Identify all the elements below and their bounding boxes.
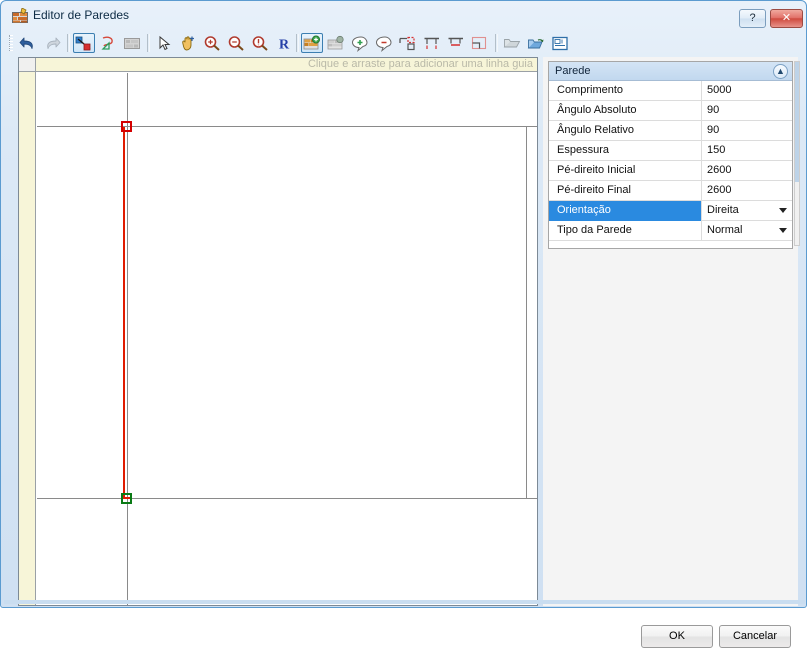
svg-text:R: R [279,38,290,53]
property-value-input[interactable]: 150 [701,141,792,161]
window-title: Editor de Paredes [33,8,130,22]
open-file-tool[interactable] [501,33,523,53]
brick-wall-icon [12,7,28,23]
ruler-corner[interactable] [19,58,36,72]
property-grid: Parede ▲ Comprimento 5000 Ângulo Absoluto 9… [548,61,793,249]
ok-button[interactable]: OK [641,625,713,648]
undo-tool[interactable] [17,33,39,53]
plot-area[interactable] [37,73,537,605]
toolbar-separator [296,34,299,52]
property-name[interactable]: Tipo da Parede [549,221,701,241]
property-name[interactable]: Espessura [549,141,701,161]
window-bottom-strip [4,600,805,604]
drawing-canvas[interactable]: Clique e arraste para adicionar uma linh… [18,57,538,606]
align-top-tool[interactable] [421,33,443,53]
ruler-hint-text: Clique e arraste para adicionar uma linh… [307,58,533,70]
dialog-body: Clique e arraste para adicionar uma linh… [4,57,805,648]
property-name[interactable]: Pé-direito Final [549,181,701,201]
property-group-title: Parede [555,65,591,77]
toolbar: R [4,29,805,57]
wall-edit-tool[interactable] [301,33,323,53]
toolbar-grip[interactable] [9,35,13,51]
property-row[interactable]: Comprimento 5000 [549,81,792,101]
property-value-dropdown[interactable]: Normal [701,221,792,241]
property-row[interactable]: Ângulo Relativo 90 [549,121,792,141]
draw-area-tool[interactable] [97,33,119,53]
panel-scrollbar-thumb[interactable] [795,62,799,182]
property-value-input[interactable]: 2600 [701,161,792,181]
property-row[interactable]: Tipo da Parede Normal [549,221,792,241]
property-name[interactable]: Ângulo Absoluto [549,101,701,121]
panel-scrollbar[interactable] [794,61,800,246]
zoom-fit-tool[interactable] [249,33,271,53]
title-bar[interactable]: Editor de Paredes ? ✕ [4,1,805,29]
property-group-header[interactable]: Parede ▲ [549,62,792,81]
background-image-tool[interactable] [121,33,143,53]
draw-wall-tool[interactable] [73,33,95,53]
align-corner-tool[interactable] [397,33,419,53]
properties-panel: Parede ▲ Comprimento 5000 Ângulo Absoluto 9… [543,57,800,606]
chevron-up-icon[interactable]: ▲ [773,64,788,79]
zoom-in-tool[interactable] [201,33,223,53]
align-bottom-tool[interactable] [445,33,467,53]
pan-tool[interactable] [177,33,199,53]
add-node-tool[interactable] [349,33,371,53]
wall-end-handle[interactable] [121,493,132,504]
remove-node-tool[interactable] [373,33,395,53]
blueprint-tool[interactable] [549,33,571,53]
property-name[interactable]: Orientação [549,201,701,221]
property-name[interactable]: Comprimento [549,81,701,101]
help-button[interactable]: ? [739,9,766,28]
room-outline[interactable] [127,126,527,499]
toolbar-separator [495,34,498,52]
select-tool[interactable] [153,33,175,53]
import-tool[interactable] [525,33,547,53]
horizontal-ruler[interactable]: Clique e arraste para adicionar uma linh… [36,58,537,72]
property-row[interactable]: Pé-direito Final 2600 [549,181,792,201]
chevron-down-icon[interactable] [779,208,787,213]
toolbar-separator [67,34,70,52]
selected-wall-segment[interactable] [123,127,125,499]
property-name[interactable]: Ângulo Relativo [549,121,701,141]
cancel-button[interactable]: Cancelar [719,625,791,648]
property-row[interactable]: Espessura 150 [549,141,792,161]
property-value-dropdown[interactable]: Direita [701,201,792,221]
property-value-input[interactable]: 5000 [701,81,792,101]
close-button[interactable]: ✕ [770,9,803,28]
vertical-ruler[interactable] [19,72,36,605]
property-value-input[interactable]: 90 [701,121,792,141]
wall-editor-window: Editor de Paredes ? ✕ R Clique e arraste… [0,0,807,648]
chevron-down-icon[interactable] [779,228,787,233]
offset-tool[interactable] [469,33,491,53]
redo-tool[interactable] [41,33,63,53]
property-value-input[interactable]: 90 [701,101,792,121]
property-value-input[interactable]: 2600 [701,181,792,201]
reset-view-tool[interactable]: R [273,33,295,53]
property-row[interactable]: Pé-direito Inicial 2600 [549,161,792,181]
toolbar-separator [147,34,150,52]
wall-start-handle[interactable] [121,121,132,132]
zoom-out-tool[interactable] [225,33,247,53]
property-row[interactable]: Ângulo Absoluto 90 [549,101,792,121]
property-row[interactable]: Orientação Direita [549,201,792,221]
property-name[interactable]: Pé-direito Inicial [549,161,701,181]
wall-list-tool[interactable] [325,33,347,53]
